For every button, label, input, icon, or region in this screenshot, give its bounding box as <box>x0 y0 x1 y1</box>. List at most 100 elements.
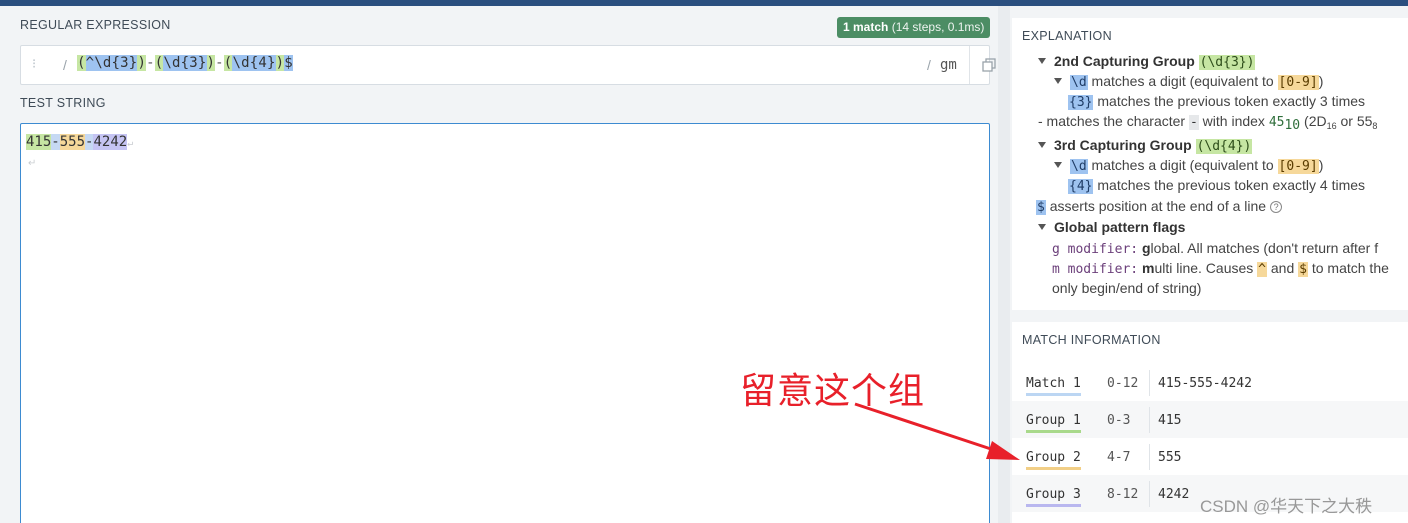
line-break-icon: ↵ <box>28 158 37 169</box>
match-range: 4-7 <box>1107 450 1131 465</box>
index-text: with index <box>1202 113 1265 129</box>
digit-token: \d <box>1070 75 1088 90</box>
explanation-title: EXPLANATION <box>1022 29 1112 43</box>
match-range: 0-3 <box>1107 413 1131 428</box>
g-modifier-text: lobal. All matches (don't return after f <box>1150 240 1379 256</box>
group-2-token: (\d{3}) <box>1198 55 1256 70</box>
close-paren: ) <box>1318 73 1324 89</box>
help-icon[interactable]: ? <box>1270 201 1283 213</box>
watermark: CSDN @华天下之大秩 <box>1200 497 1373 516</box>
pattern-token: \d{3} <box>94 55 138 71</box>
match-group-2-highlight: 555 <box>59 134 86 150</box>
regex-section-label: REGULAR EXPRESSION <box>20 18 171 32</box>
close-paren: ) <box>1318 157 1324 173</box>
group-3-token: (\d{4}) <box>1195 139 1253 154</box>
match-count: 1 match <box>843 20 889 34</box>
digit-text: matches a digit (equivalent to <box>1091 157 1274 173</box>
expl-group-3[interactable]: 3rd Capturing Group (\d{4}) <box>1038 137 1253 154</box>
test-string-label: TEST STRING <box>20 96 106 110</box>
match-name: Match 1 <box>1026 376 1081 396</box>
collapse-triangle-icon[interactable] <box>1038 142 1046 148</box>
m-modifier-text: ulti line. Causes <box>1154 260 1254 276</box>
match-group-1-highlight: 415 <box>26 134 52 150</box>
digit-token: \d <box>1070 159 1088 174</box>
column-divider <box>1149 444 1150 470</box>
copy-divider <box>969 46 970 84</box>
expl-end-anchor: $ asserts position at the end of a line? <box>1036 198 1283 215</box>
range-token: [0-9] <box>1277 75 1319 90</box>
collapse-triangle-icon[interactable] <box>1038 224 1046 230</box>
index-oct: or 55 <box>1340 113 1373 129</box>
match-name: Group 2 <box>1026 450 1081 470</box>
regex-pattern[interactable]: (^\d{3})-(\d{3})-(\d{4})$ <box>77 55 293 71</box>
dash-token: - <box>1188 115 1199 130</box>
match-range: 0-12 <box>1107 376 1139 391</box>
collapse-triangle-icon[interactable] <box>1038 58 1046 64</box>
pattern-token: - <box>215 55 224 71</box>
line-break-icon: ↵ <box>127 138 134 149</box>
end-token: $ <box>1036 200 1046 215</box>
test-string-input[interactable]: 415-555-4242↵ ↵ <box>20 123 990 523</box>
match-detail: (14 steps, 0.1ms) <box>891 20 985 34</box>
collapse-triangle-icon[interactable] <box>1054 162 1062 168</box>
dollar-token: $ <box>1298 262 1308 277</box>
match-name: Group 1 <box>1026 413 1081 433</box>
expl-quantifier-4: {4} matches the previous token exactly 4… <box>1068 177 1365 194</box>
m-modifier-name: m modifier: <box>1052 262 1139 277</box>
index-base: 8 <box>1372 121 1378 131</box>
expl-m-modifier-line2: only begin/end of string) <box>1052 280 1202 296</box>
expl-digit-2: \d matches a digit (equivalent to [0-9]) <box>1054 157 1323 174</box>
pattern-token: - <box>146 55 155 71</box>
annotation-text: 留意这个组 <box>740 371 926 412</box>
pattern-token: \d{3} <box>163 55 207 71</box>
caret-token: ^ <box>1257 262 1267 277</box>
pattern-token: ^\d{3} <box>85 55 138 71</box>
and-text: and <box>1270 260 1295 276</box>
column-divider <box>1149 370 1150 396</box>
regex-input[interactable]: ⁝ / (^\d{3})-(\d{3})-(\d{4})$ / gm <box>20 45 996 85</box>
quantifier-token: {3} <box>1068 95 1094 110</box>
g-bold: g <box>1141 240 1151 256</box>
pattern-token: ) <box>137 55 147 71</box>
delimiter-open: / <box>63 57 67 73</box>
table-row[interactable]: Group 2 4-7 555 <box>1012 438 1408 475</box>
match-value: 555 <box>1158 450 1182 465</box>
pattern-token: ) <box>206 55 216 71</box>
match-literal: - <box>51 134 60 150</box>
group-2-title: 2nd Capturing Group <box>1054 53 1195 69</box>
index-hex: (2D <box>1304 113 1327 129</box>
table-row[interactable]: Group 1 0-3 415 <box>1012 401 1408 438</box>
regex-flags[interactable]: gm <box>940 57 957 73</box>
quantifier-token: {4} <box>1068 179 1094 194</box>
explanation-panel: EXPLANATION 2nd Capturing Group (\d{3}) … <box>1012 18 1408 310</box>
match-value: 415-555-4242 <box>1158 376 1252 391</box>
table-row[interactable]: Match 1 0-12 415-555-4242 <box>1012 364 1408 401</box>
m-modifier-text-2: to match the <box>1311 260 1389 276</box>
collapse-triangle-icon[interactable] <box>1054 78 1062 84</box>
m-bold: m <box>1141 260 1155 276</box>
expl-dash: - matches the character - with index 451… <box>1038 113 1377 133</box>
pattern-token: $ <box>284 55 293 71</box>
expl-flags[interactable]: Global pattern flags <box>1038 219 1185 235</box>
match-name: Group 3 <box>1026 487 1081 507</box>
expl-quantifier-3: {3} matches the previous token exactly 3… <box>1068 93 1365 110</box>
pattern-token: ) <box>275 55 285 71</box>
expl-group-2[interactable]: 2nd Capturing Group (\d{3}) <box>1038 53 1256 70</box>
expl-digit-1: \d matches a digit (equivalent to [0-9]) <box>1054 73 1323 90</box>
quantifier-text: matches the previous token exactly 4 tim… <box>1097 177 1366 193</box>
match-value: 4242 <box>1158 487 1190 502</box>
expl-m-modifier: m modifier: multi line. Causes ^ and $ t… <box>1052 260 1389 277</box>
drag-handle-icon[interactable]: ⁝ <box>32 56 36 72</box>
test-string-line: 415-555-4242↵ <box>26 134 133 150</box>
group-3-title: 3rd Capturing Group <box>1054 137 1192 153</box>
copy-icon[interactable] <box>982 58 996 72</box>
end-text: asserts position at the end of a line <box>1049 198 1267 214</box>
index-base: 10 <box>1284 118 1301 133</box>
dash-text: - matches the character <box>1038 113 1186 129</box>
expl-g-modifier: g modifier: global. All matches (don't r… <box>1052 240 1378 257</box>
match-group-3-highlight: 4242 <box>93 134 128 150</box>
digit-text: matches a digit (equivalent to <box>1091 73 1274 89</box>
index-base: 16 <box>1326 121 1337 131</box>
top-bar <box>0 0 1408 6</box>
panel-divider[interactable] <box>998 6 1010 523</box>
